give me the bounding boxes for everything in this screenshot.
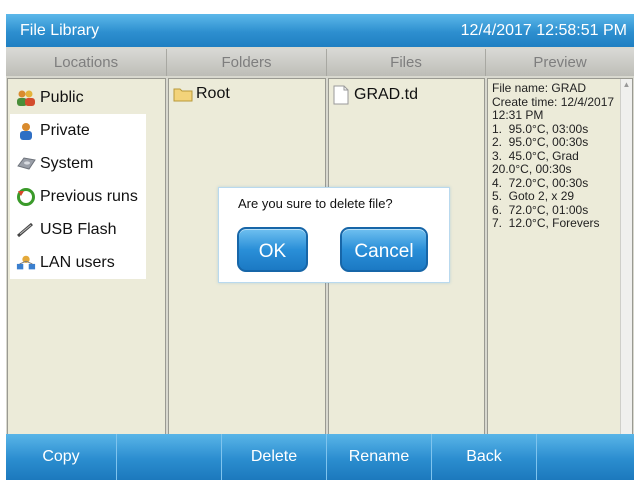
delete-confirm-dialog: Are you sure to delete file? OK Cancel [218,187,450,283]
location-private[interactable]: Private [10,114,146,147]
ok-button[interactable]: OK [237,227,308,272]
preview-pane: File name: GRAD Create time: 12/4/2017 1… [487,78,633,448]
bottom-toolbar: Copy Delete Rename Back [6,434,634,480]
clock: 12/4/2017 12:58:51 PM [460,22,627,39]
delete-button[interactable]: Delete [222,434,327,480]
window-title: File Library [20,22,100,39]
file-icon [333,85,349,105]
header-folders: Folders [167,49,327,76]
title-bar: File Library 12/4/2017 12:58:51 PM [6,14,634,47]
rename-button[interactable]: Rename [327,434,432,480]
preview-text: File name: GRAD Create time: 12/4/2017 1… [492,81,615,230]
column-headers: Locations Folders Files Preview [6,49,634,76]
scroll-up-icon[interactable]: ▲ [621,79,632,91]
file-grad[interactable]: GRAD.td [333,85,418,105]
folder-root[interactable]: Root [173,85,230,103]
network-icon [16,253,36,273]
file-label: GRAD.td [354,86,419,103]
location-label: Previous runs [40,187,138,205]
location-usb-flash[interactable]: USB Flash [10,213,146,246]
back-button[interactable]: Back [432,434,537,480]
users-icon [16,88,36,108]
location-label: LAN users [40,253,115,271]
location-label: Private [40,121,90,139]
locations-list: Public Private System Previous runs USB … [10,81,146,279]
location-system[interactable]: System [10,147,146,180]
refresh-icon [16,187,36,207]
copy-button[interactable]: Copy [6,434,117,480]
header-locations: Locations [6,49,167,76]
location-previous-runs[interactable]: Previous runs [10,180,146,213]
header-files: Files [327,49,486,76]
empty-button-2[interactable] [537,434,634,480]
location-label: USB Flash [40,220,117,238]
locations-pane: Public Private System Previous runs USB … [7,78,166,448]
location-lan-users[interactable]: LAN users [10,246,146,279]
disk-icon [16,154,36,174]
file-library-window: File Library 12/4/2017 12:58:51 PM Locat… [6,14,634,480]
header-preview: Preview [486,49,634,76]
dialog-message: Are you sure to delete file? [238,196,393,211]
user-icon [16,121,36,141]
location-label: Public [40,88,84,106]
folder-icon [173,86,193,102]
empty-button-1[interactable] [117,434,222,480]
usb-icon [16,220,36,240]
folder-label: Root [196,85,230,102]
cancel-button[interactable]: Cancel [340,227,428,272]
preview-scrollbar[interactable]: ▲ ▼ [620,79,632,447]
location-public[interactable]: Public [10,81,146,114]
location-label: System [40,154,94,172]
